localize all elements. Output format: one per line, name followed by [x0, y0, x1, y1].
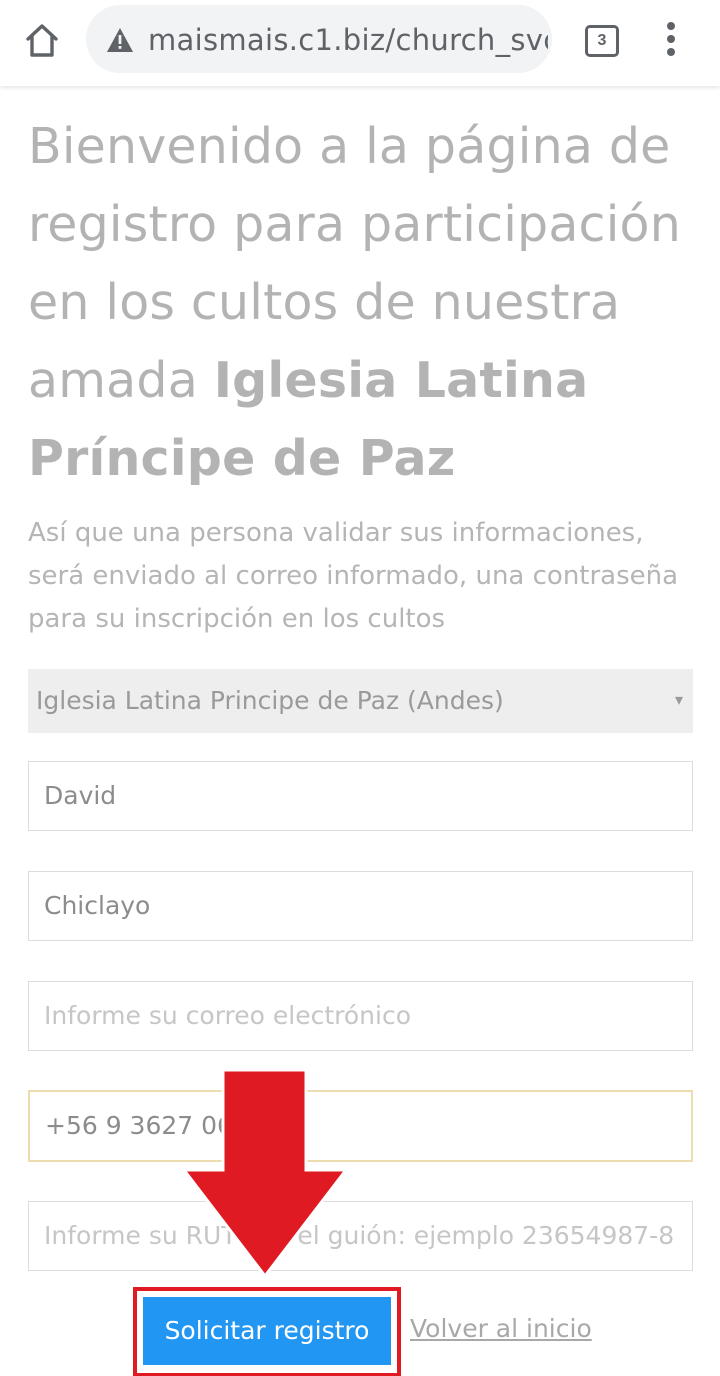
url-text: maismais.c1.biz/church_svc: [148, 23, 548, 57]
submit-button[interactable]: Solicitar registro: [141, 1295, 393, 1367]
page: maismais.c1.biz/church_svc 3 Bienvenido …: [0, 0, 720, 1376]
back-to-home-link[interactable]: Volver al inicio: [410, 1312, 592, 1346]
first-name-field[interactable]: David: [28, 761, 693, 831]
rut-field[interactable]: Informe su RUT con el guión: ejemplo 236…: [28, 1201, 693, 1271]
page-title: Bienvenido a la página de registro para …: [28, 108, 698, 498]
warning-icon: [107, 28, 133, 52]
rut-placeholder: Informe su RUT con el guión: ejemplo 236…: [44, 1221, 675, 1250]
chevron-down-icon: ▾: [674, 692, 683, 709]
first-name-value: David: [44, 781, 117, 810]
home-button[interactable]: [20, 19, 64, 63]
church-select[interactable]: Iglesia Latina Principe de Paz (Andes) ▾: [28, 669, 693, 733]
more-vert-icon[interactable]: [660, 22, 682, 56]
intro-text: Así que una persona validar sus informac…: [28, 518, 679, 634]
annotation-arrow-icon: [180, 1068, 350, 1279]
address-bar[interactable]: maismais.c1.biz/church_svc: [86, 5, 552, 73]
email-placeholder: Informe su correo electrónico: [44, 1001, 411, 1030]
last-name-value: Chiclayo: [44, 891, 151, 920]
tab-switcher-button[interactable]: 3: [585, 25, 619, 57]
browser-toolbar: maismais.c1.biz/church_svc 3: [0, 0, 720, 86]
church-select-value: Iglesia Latina Principe de Paz (Andes): [36, 686, 504, 715]
tab-count: 3: [597, 32, 607, 49]
home-icon: [26, 24, 58, 57]
email-field[interactable]: Informe su correo electrónico: [28, 981, 693, 1051]
phone-field[interactable]: +56 9 3627 069: [28, 1090, 693, 1162]
last-name-field[interactable]: Chiclayo: [28, 871, 693, 941]
